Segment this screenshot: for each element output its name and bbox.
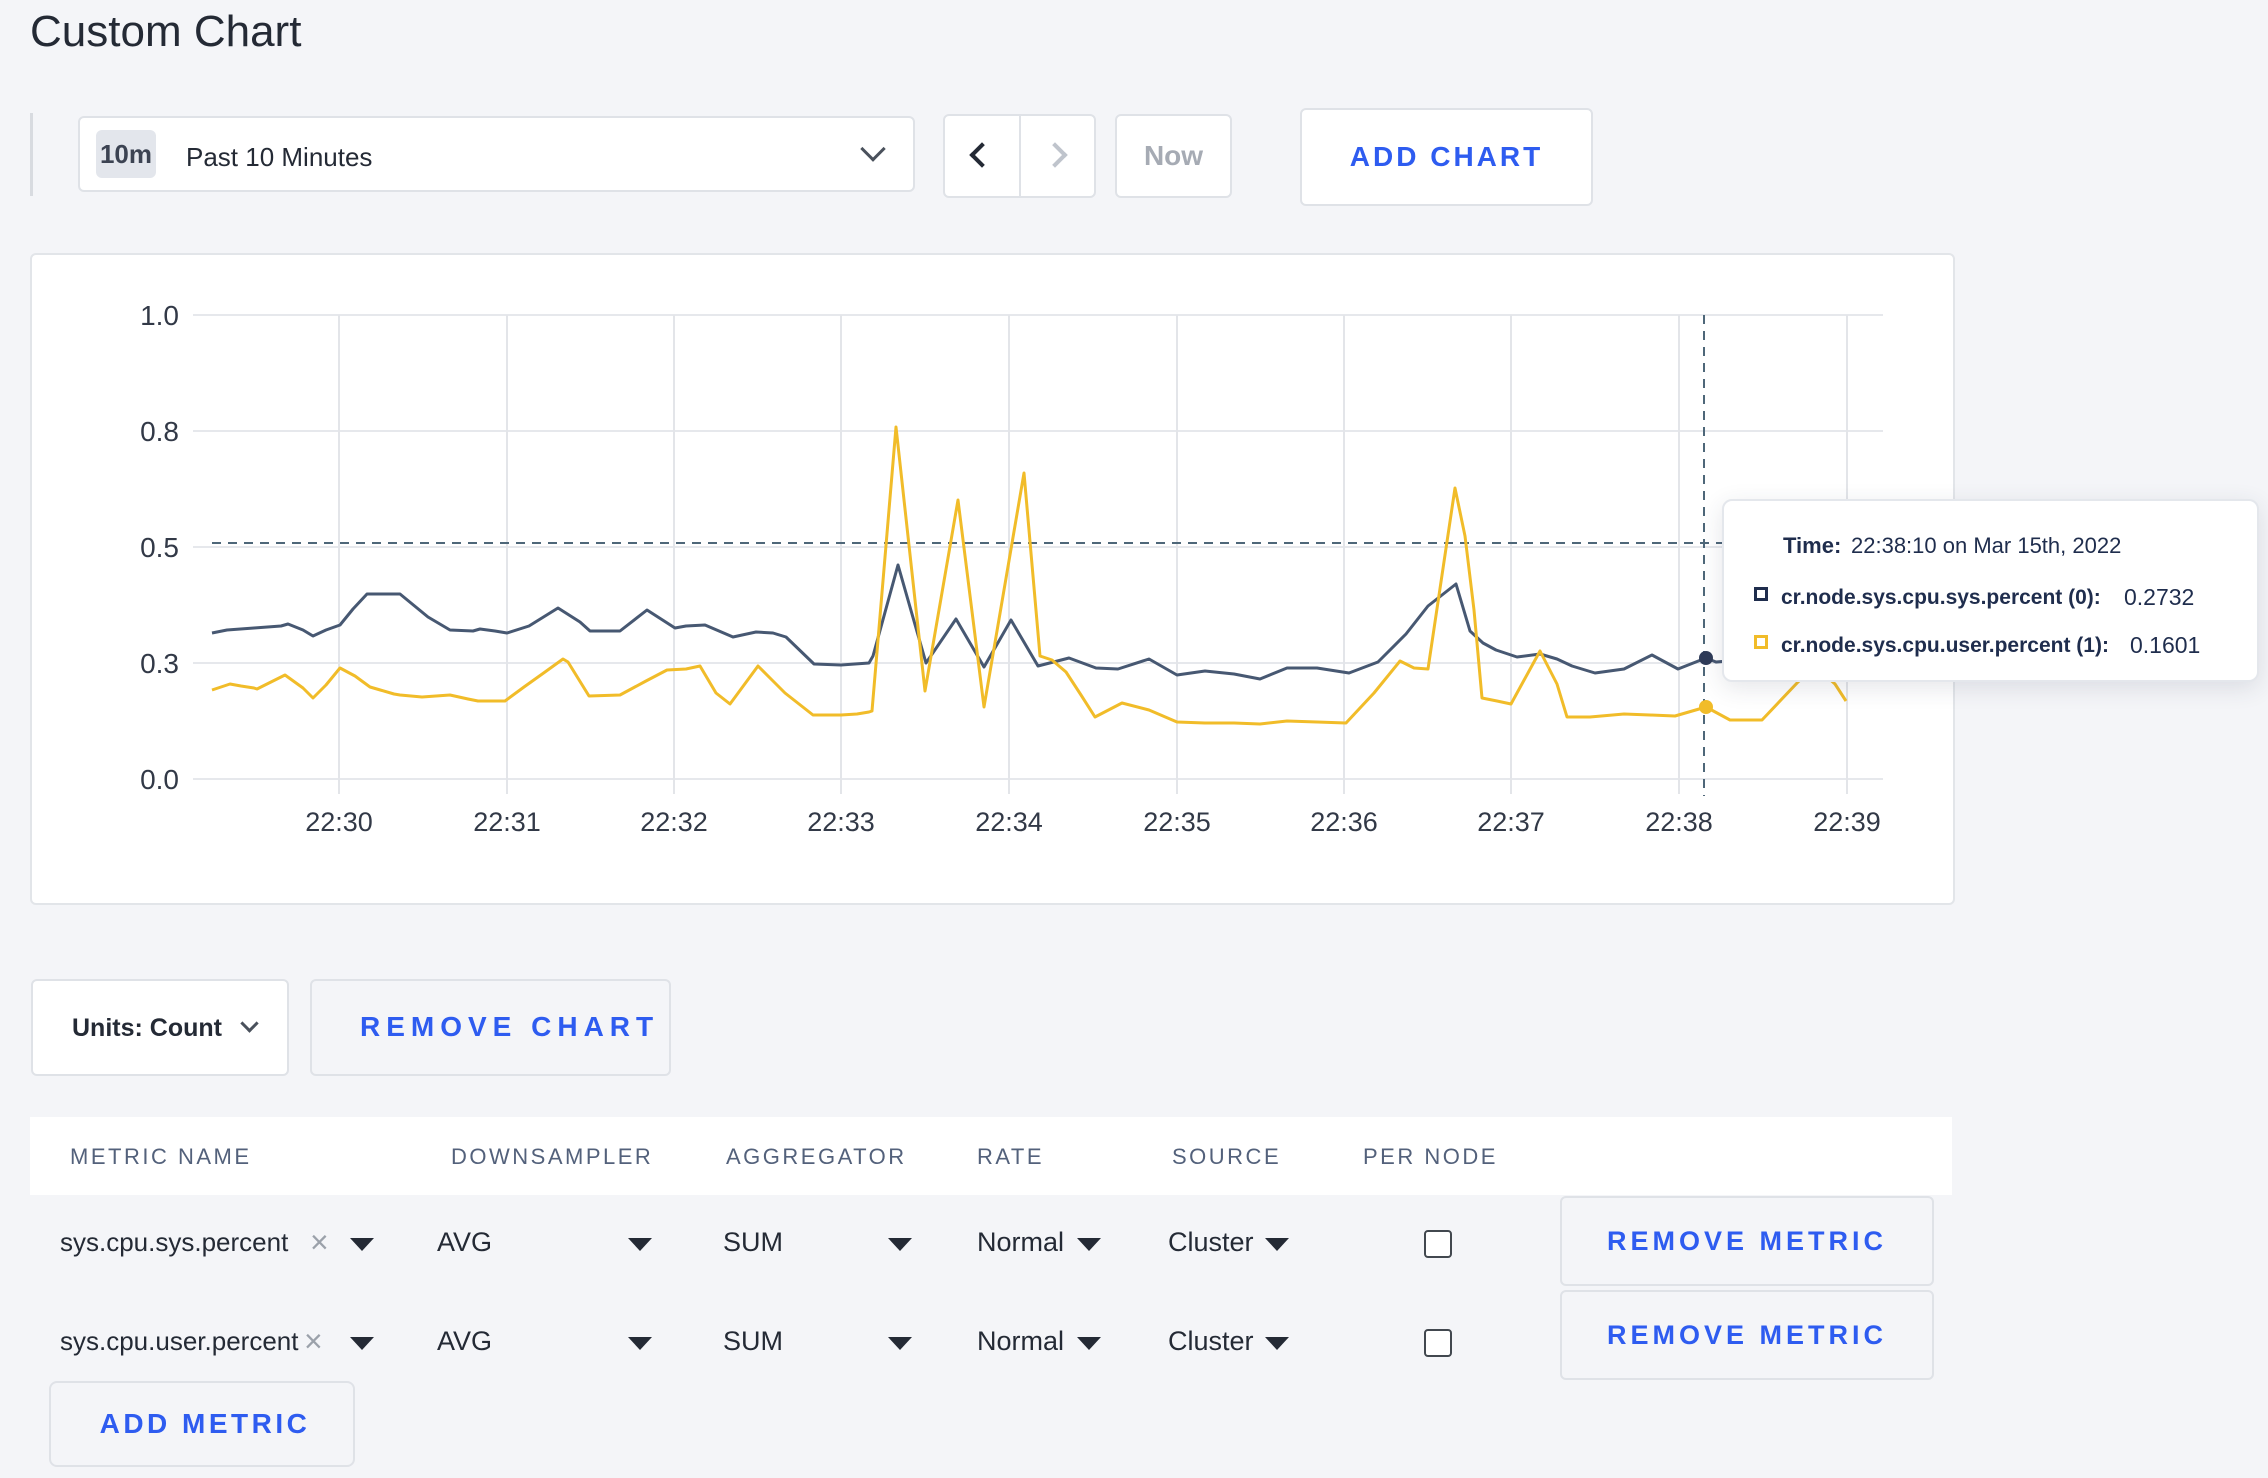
svg-text:0.8: 0.8 [140,416,179,447]
svg-text:22:30: 22:30 [305,807,373,837]
svg-text:22:35: 22:35 [1143,807,1211,837]
svg-text:22:32: 22:32 [640,807,708,837]
svg-text:22:33: 22:33 [807,807,875,837]
svg-text:22:31: 22:31 [473,807,541,837]
svg-text:22:36: 22:36 [1310,807,1378,837]
svg-text:22:34: 22:34 [975,807,1043,837]
svg-text:0.0: 0.0 [140,764,179,795]
svg-text:0.5: 0.5 [140,532,179,563]
svg-text:22:37: 22:37 [1477,807,1545,837]
svg-text:22:38: 22:38 [1645,807,1713,837]
svg-text:0.3: 0.3 [140,648,179,679]
svg-text:22:39: 22:39 [1813,807,1881,837]
svg-text:1.0: 1.0 [140,300,179,331]
